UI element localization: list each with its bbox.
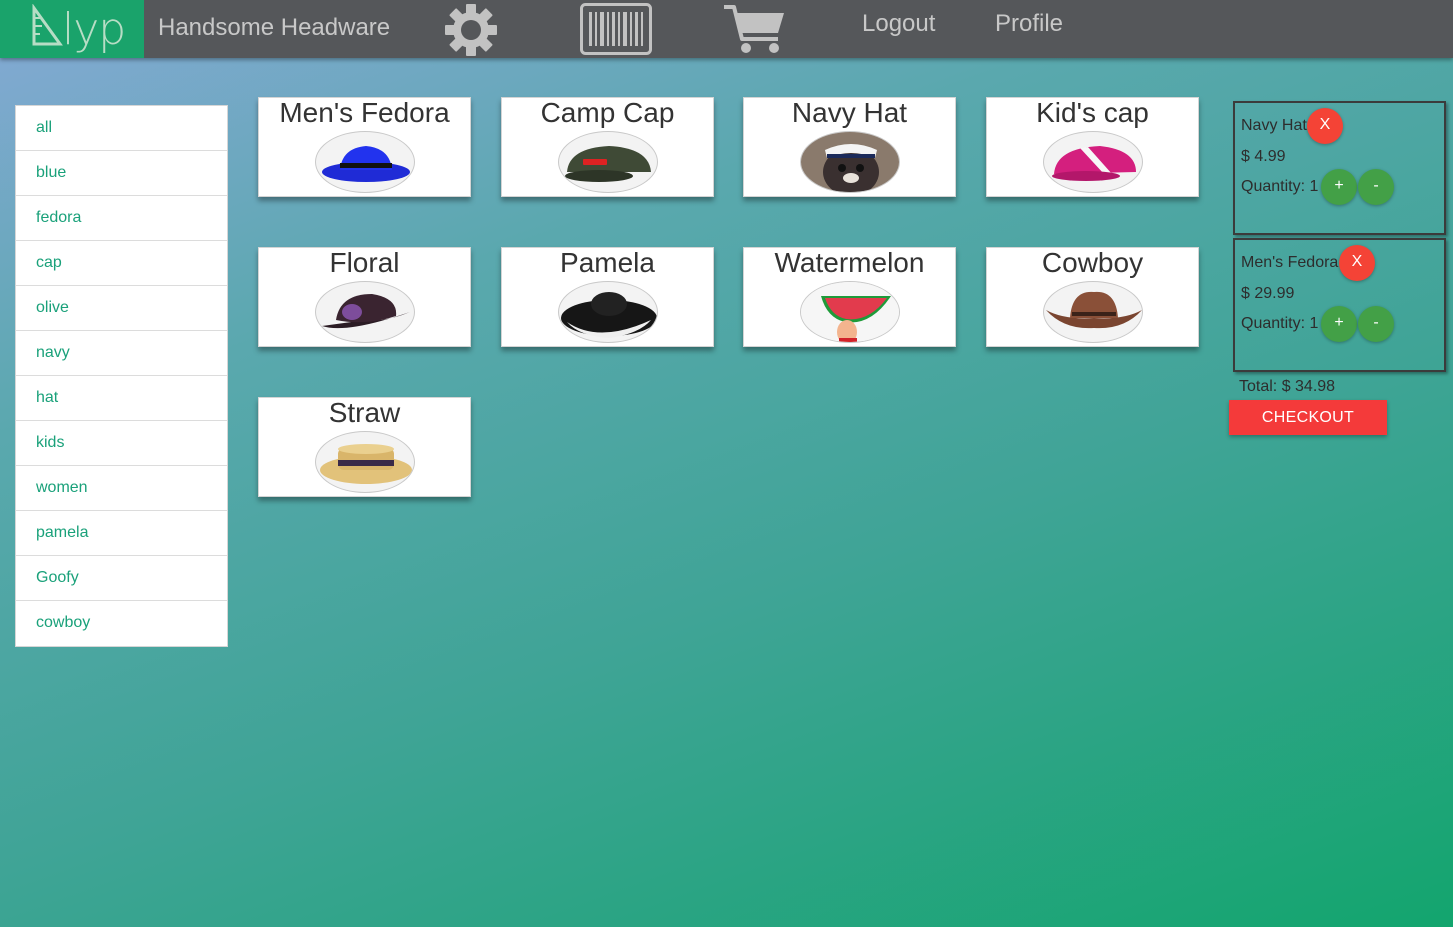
cart-item: Men's Fedora X $ 29.99 Quantity: 1 + - [1233,238,1446,372]
product-card[interactable]: Men's Fedora [258,97,471,197]
brown-cowboy-icon [1045,291,1142,329]
product-card[interactable]: Kid's cap [986,97,1199,197]
product-image [799,281,900,343]
product-image [799,131,900,193]
decrease-quantity-button[interactable]: - [1358,306,1394,342]
purple-floral-hat-icon [321,294,410,329]
barcode-icon [580,3,652,55]
product-image [314,131,415,193]
remove-item-button[interactable]: X [1339,245,1375,281]
product-name: Straw [328,397,401,428]
filter-item[interactable]: fedora [16,196,227,241]
profile-link[interactable]: Profile [995,10,1063,38]
filter-item[interactable]: Goofy [16,556,227,601]
black-white-pamela-icon [560,292,657,338]
store-title: Handsome Headware [158,14,391,41]
dog-navy-hat-icon [800,132,899,192]
decrease-quantity-button[interactable]: - [1358,169,1394,205]
product-name: Cowboy [1041,247,1144,278]
product-image [557,281,658,343]
product-name: Men's Fedora [279,97,450,128]
category-filter-list: all blue fedora cap olive navy hat kids … [15,105,228,647]
checkout-button[interactable]: CHECKOUT [1229,400,1387,435]
logout-link[interactable]: Logout [862,10,935,38]
product-image [557,131,658,193]
product-name: Watermelon [774,247,925,278]
product-image [1042,281,1143,343]
filter-item[interactable]: kids [16,421,227,466]
filter-item[interactable]: cap [16,241,227,286]
remove-item-button[interactable]: X [1307,108,1343,144]
gear-icon [445,4,497,56]
filter-item[interactable]: hat [16,376,227,421]
top-navbar: lyp Handsome Headware Logout Profile [0,0,1453,58]
cart-item-quantity: Quantity: 1 [1241,178,1319,195]
product-image [314,281,415,343]
cart-total: Total: $ 34.98 [1239,378,1336,395]
filter-item[interactable]: women [16,466,227,511]
product-card[interactable]: Cowboy [986,247,1199,347]
cart-item-name: Men's Fedora [1241,254,1339,271]
logo-text: lyp [62,4,126,55]
product-card[interactable]: Camp Cap [501,97,714,197]
cart-item-name: Navy Hat [1241,117,1307,134]
product-card[interactable]: Navy Hat [743,97,956,197]
filter-item[interactable]: all [16,106,227,151]
blue-fedora-icon [321,146,410,182]
pink-cap-icon [1051,146,1136,181]
product-card[interactable]: Watermelon [743,247,956,347]
increase-quantity-button[interactable]: + [1321,169,1357,205]
product-name: Camp Cap [540,97,675,128]
cart-item: Navy Hat X $ 4.99 Quantity: 1 + - [1233,101,1446,235]
filter-item[interactable]: pamela [16,511,227,556]
product-card[interactable]: Floral [258,247,471,347]
product-image [1042,131,1143,193]
straw-boater-icon [319,444,412,484]
olive-cap-icon [564,146,651,182]
cart-item-quantity: Quantity: 1 [1241,315,1319,332]
watermelon-hat-icon [800,282,899,342]
product-card[interactable]: Straw [258,397,471,497]
product-card[interactable]: Pamela [501,247,714,347]
product-name: Floral [329,247,400,278]
product-name: Navy Hat [791,97,908,128]
product-image [314,431,415,493]
product-name: Kid's cap [1036,97,1149,128]
product-name: Pamela [560,247,655,278]
settings-button[interactable] [443,3,499,62]
logo[interactable]: lyp [0,0,144,58]
cart-icon [724,5,784,53]
filter-item[interactable]: blue [16,151,227,196]
filter-item[interactable]: olive [16,286,227,331]
cart-item-price: $ 4.99 [1241,148,1286,165]
cart-button[interactable] [722,3,788,60]
filter-item[interactable]: navy [16,331,227,376]
cart-item-price: $ 29.99 [1241,285,1295,302]
increase-quantity-button[interactable]: + [1321,306,1357,342]
filter-item[interactable]: cowboy [16,601,227,646]
scan-button[interactable] [580,3,652,60]
